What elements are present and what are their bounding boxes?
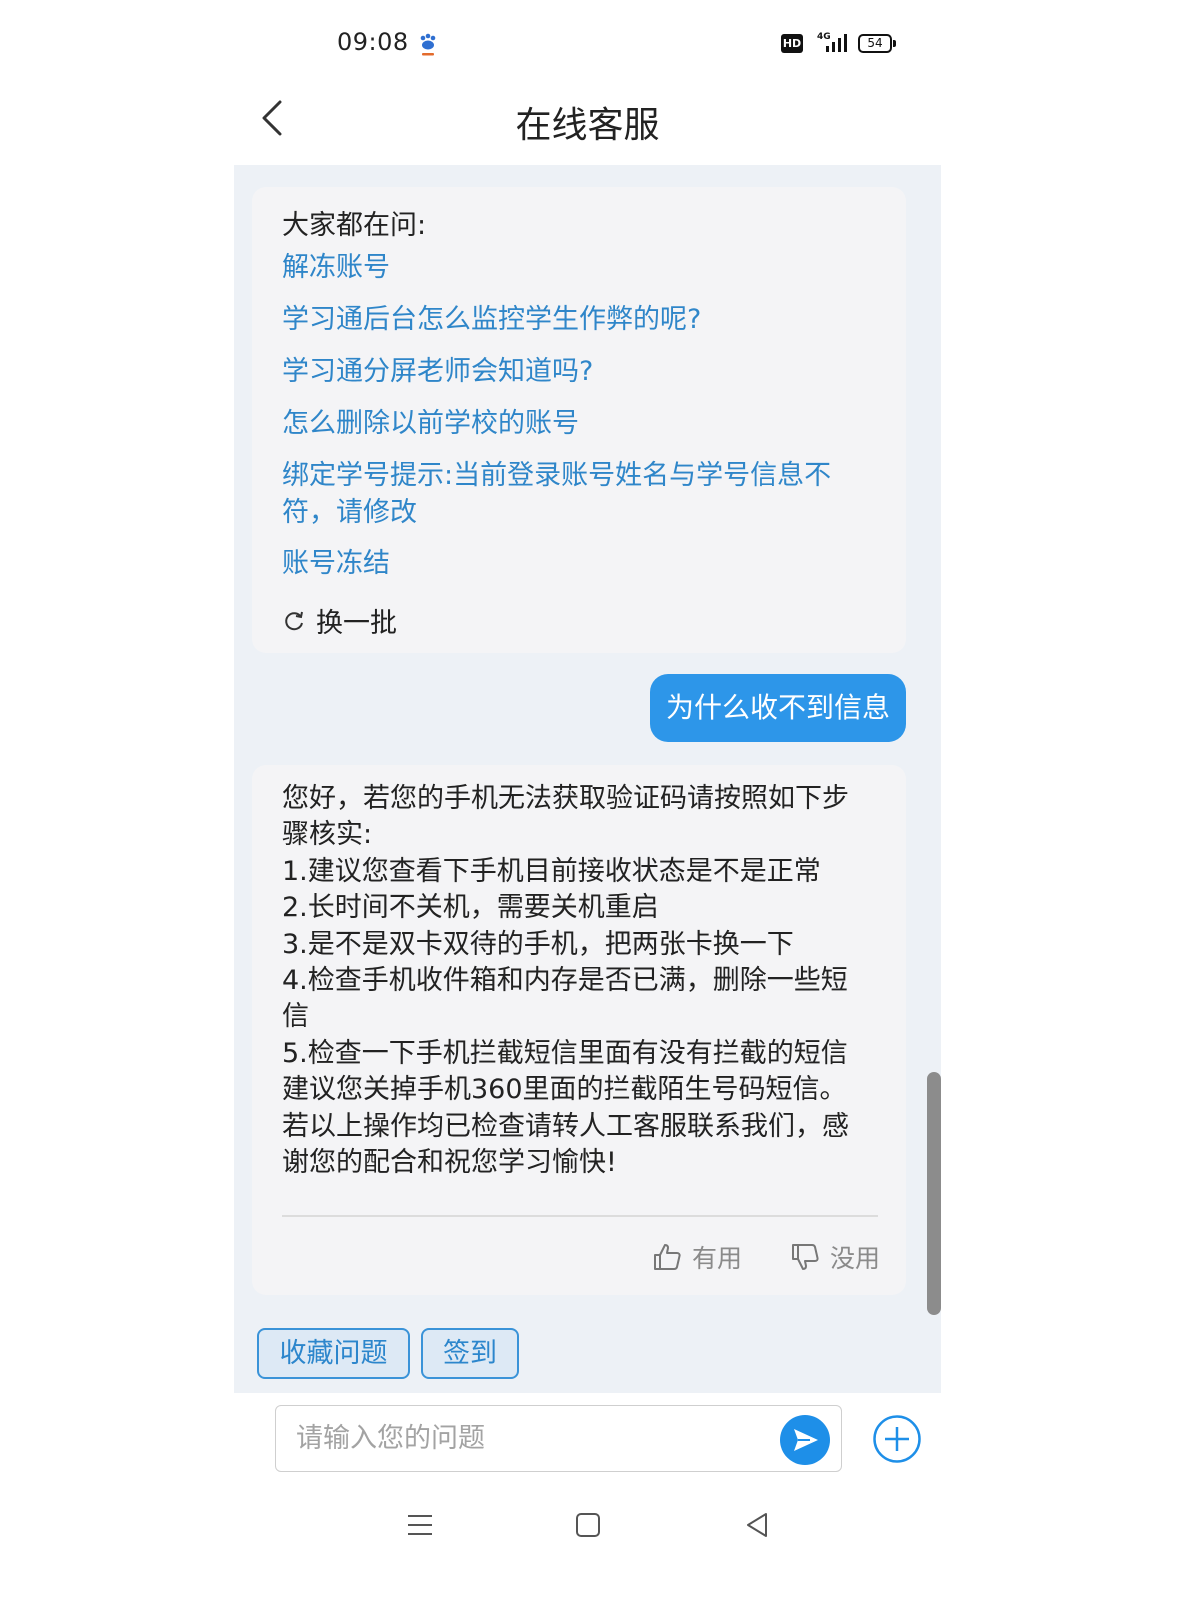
faq-title: 大家都在问: [282,210,427,241]
answer-line: 5.检查一下手机拦截短信里面有没有拦截的短信 [282,1037,848,1069]
send-button[interactable] [780,1415,830,1465]
answer-line: 2.长时间不关机，需要关机重启 [282,892,659,924]
faq-item[interactable]: 学习通后台怎么监控学生作弊的呢? [282,301,862,338]
status-bar: 09:08 HD 4G 54 [0,0,1199,90]
collect-question-button[interactable]: 收藏问题 [257,1328,410,1379]
network-label: 4G [817,32,831,42]
answer-line: 4.检查手机收件箱和内存是否已满，删除一些短信 [282,965,848,1033]
faq-item[interactable]: 学习通分屏老师会知道吗? [282,353,862,390]
back-triangle-icon[interactable] [742,1510,772,1540]
faq-card: 大家都在问: 解冻账号 学习通后台怎么监控学生作弊的呢? 学习通分屏老师会知道吗… [252,187,906,653]
refresh-label: 换一批 [316,608,397,639]
battery-icon: 54 [858,34,896,53]
header-bar: 在线客服 [234,90,941,165]
question-input[interactable] [296,1406,756,1470]
answer-text: 您好，若您的手机无法获取验证码请按照如下步骤核实: 1.建议您查看下手机目前接收… [282,781,872,1181]
check-in-button[interactable]: 签到 [421,1328,519,1379]
refresh-icon [285,611,303,630]
send-icon [794,1429,818,1451]
answer-line: 3.是不是双卡双待的手机，把两张卡换一下 [282,928,794,960]
faq-item[interactable]: 绑定学号提示:当前登录账号姓名与学号信息不符，请修改 [282,457,852,531]
useful-label: 有用 [692,1244,743,1273]
plus-circle-icon [873,1415,921,1463]
paw-icon [418,33,438,59]
user-message-bubble: 为什么收不到信息 [649,674,906,742]
question-input-box [275,1405,842,1472]
chat-page: 09:08 HD 4G 54 在线客服 大家都在问: 解冻账号 学习通后台怎么监… [0,0,1199,1598]
answer-line: 您好，若您的手机无法获取验证码请按照如下步骤核实: [282,783,849,851]
answer-line: 建议您关掉手机360里面的拦截陌生号码短信。 [282,1074,847,1106]
faq-item[interactable]: 解冻账号 [282,249,862,286]
chat-area[interactable]: 大家都在问: 解冻账号 学习通后台怎么监控学生作弊的呢? 学习通分屏老师会知道吗… [234,165,941,1393]
add-button[interactable] [872,1414,922,1464]
home-icon[interactable] [573,1510,603,1540]
scrollbar-thumb[interactable] [927,1072,941,1315]
bot-answer-card: 您好，若您的手机无法获取验证码请按照如下步骤核实: 1.建议您查看下手机目前接收… [252,765,906,1295]
thumbs-down-icon [792,1244,819,1270]
status-time: 09:08 [337,28,409,56]
signal-icon: 4G [814,30,850,56]
useless-button[interactable]: 没用 [790,1239,880,1275]
system-nav-bar [0,1500,1199,1560]
page-title: 在线客服 [515,105,660,146]
answer-line: 1.建议您查看下手机目前接收状态是不是正常 [282,855,821,887]
faq-item[interactable]: 账号冻结 [282,545,862,582]
faq-item[interactable]: 怎么删除以前学校的账号 [282,405,862,442]
useless-label: 没用 [830,1244,881,1273]
menu-icon[interactable] [405,1510,435,1540]
divider [282,1215,878,1217]
thumbs-up-icon [654,1244,681,1270]
answer-line: 若以上操作均已检查请转人工客服联系我们，感谢您的配合和祝您学习愉快! [282,1110,849,1179]
hd-icon: HD [781,34,803,53]
useful-button[interactable]: 有用 [652,1239,742,1275]
refresh-button[interactable]: 换一批 [282,601,397,640]
